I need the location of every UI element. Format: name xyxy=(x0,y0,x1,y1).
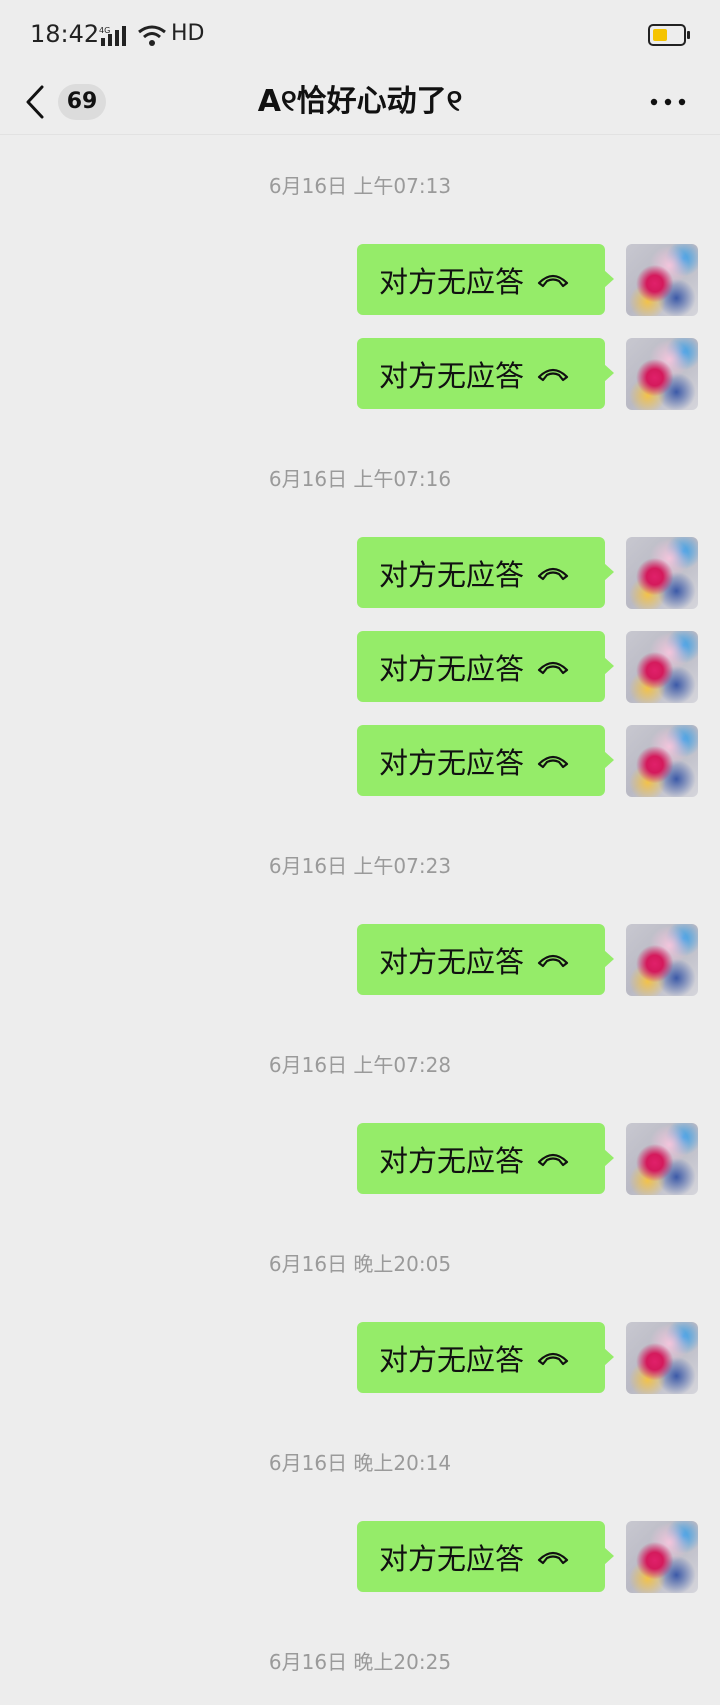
status-bar: 18:42 4G HD xyxy=(0,0,720,70)
nav-bar: 69 A୧恰好心动了୧ xyxy=(0,70,720,135)
status-time: 18:42 xyxy=(30,20,100,48)
chat-screen: 18:42 4G HD 69 A୧恰好心动了୧ 6月16日 上午07:13 对方… xyxy=(0,0,720,1705)
hangup-phone-icon xyxy=(537,755,569,768)
svg-text:4G: 4G xyxy=(99,26,110,35)
hangup-phone-icon xyxy=(537,661,569,674)
call-status-text: 对方无应答 xyxy=(379,944,525,979)
hangup-phone-icon xyxy=(537,567,569,580)
call-status-text: 对方无应答 xyxy=(379,1541,525,1576)
hangup-phone-icon xyxy=(537,954,569,967)
call-record-bubble[interactable]: 对方无应答 xyxy=(357,1322,614,1393)
message-timestamp: 6月16日 上午07:16 xyxy=(268,467,452,491)
message-timestamp: 6月16日 晚上20:14 xyxy=(268,1451,452,1475)
message-timestamp: 6月16日 上午07:13 xyxy=(268,174,452,198)
message-timestamp: 6月16日 晚上20:05 xyxy=(268,1252,452,1276)
chat-title: A୧恰好心动了୧ xyxy=(257,84,463,119)
chevron-left-icon xyxy=(26,85,44,119)
hangup-phone-icon xyxy=(537,1352,569,1365)
wifi-icon xyxy=(138,25,166,46)
hangup-phone-icon xyxy=(537,368,569,381)
call-status-text: 对方无应答 xyxy=(379,745,525,780)
avatar[interactable] xyxy=(626,725,698,797)
call-record-bubble[interactable]: 对方无应答 xyxy=(357,1123,614,1194)
signal-icon: 4G xyxy=(99,26,126,46)
call-record-bubble[interactable]: 对方无应答 xyxy=(357,338,614,409)
call-record-bubble[interactable]: 对方无应答 xyxy=(357,924,614,995)
call-status-text: 对方无应答 xyxy=(379,557,525,592)
call-record-bubble[interactable]: 对方无应答 xyxy=(357,631,614,702)
call-record-bubble[interactable]: 对方无应答 xyxy=(357,1521,614,1592)
avatar[interactable] xyxy=(626,1521,698,1593)
avatar[interactable] xyxy=(626,1123,698,1195)
call-record-bubble[interactable]: 对方无应答 xyxy=(357,725,614,796)
back-button[interactable]: 69 xyxy=(24,82,106,122)
avatar[interactable] xyxy=(626,244,698,316)
call-record-bubble[interactable]: 对方无应答 xyxy=(357,537,614,608)
avatar[interactable] xyxy=(626,338,698,410)
call-status-text: 对方无应答 xyxy=(379,358,525,393)
more-horizontal-icon[interactable] xyxy=(648,92,688,112)
battery-icon xyxy=(648,24,690,46)
message-timestamp: 6月16日 晚上20:25 xyxy=(268,1650,452,1674)
hangup-phone-icon xyxy=(537,1551,569,1564)
message-timestamp: 6月16日 上午07:23 xyxy=(268,854,452,878)
avatar[interactable] xyxy=(626,924,698,996)
avatar[interactable] xyxy=(626,537,698,609)
avatar[interactable] xyxy=(626,631,698,703)
unread-count-badge: 69 xyxy=(58,84,106,120)
call-status-text: 对方无应答 xyxy=(379,264,525,299)
hangup-phone-icon xyxy=(537,1153,569,1166)
call-status-text: 对方无应答 xyxy=(379,1342,525,1377)
message-timestamp: 6月16日 上午07:28 xyxy=(268,1053,452,1077)
call-record-bubble[interactable]: 对方无应答 xyxy=(357,244,614,315)
avatar[interactable] xyxy=(626,1322,698,1394)
call-status-text: 对方无应答 xyxy=(379,651,525,686)
hangup-phone-icon xyxy=(537,274,569,287)
call-status-text: 对方无应答 xyxy=(379,1143,525,1178)
network-label: HD xyxy=(171,21,205,46)
